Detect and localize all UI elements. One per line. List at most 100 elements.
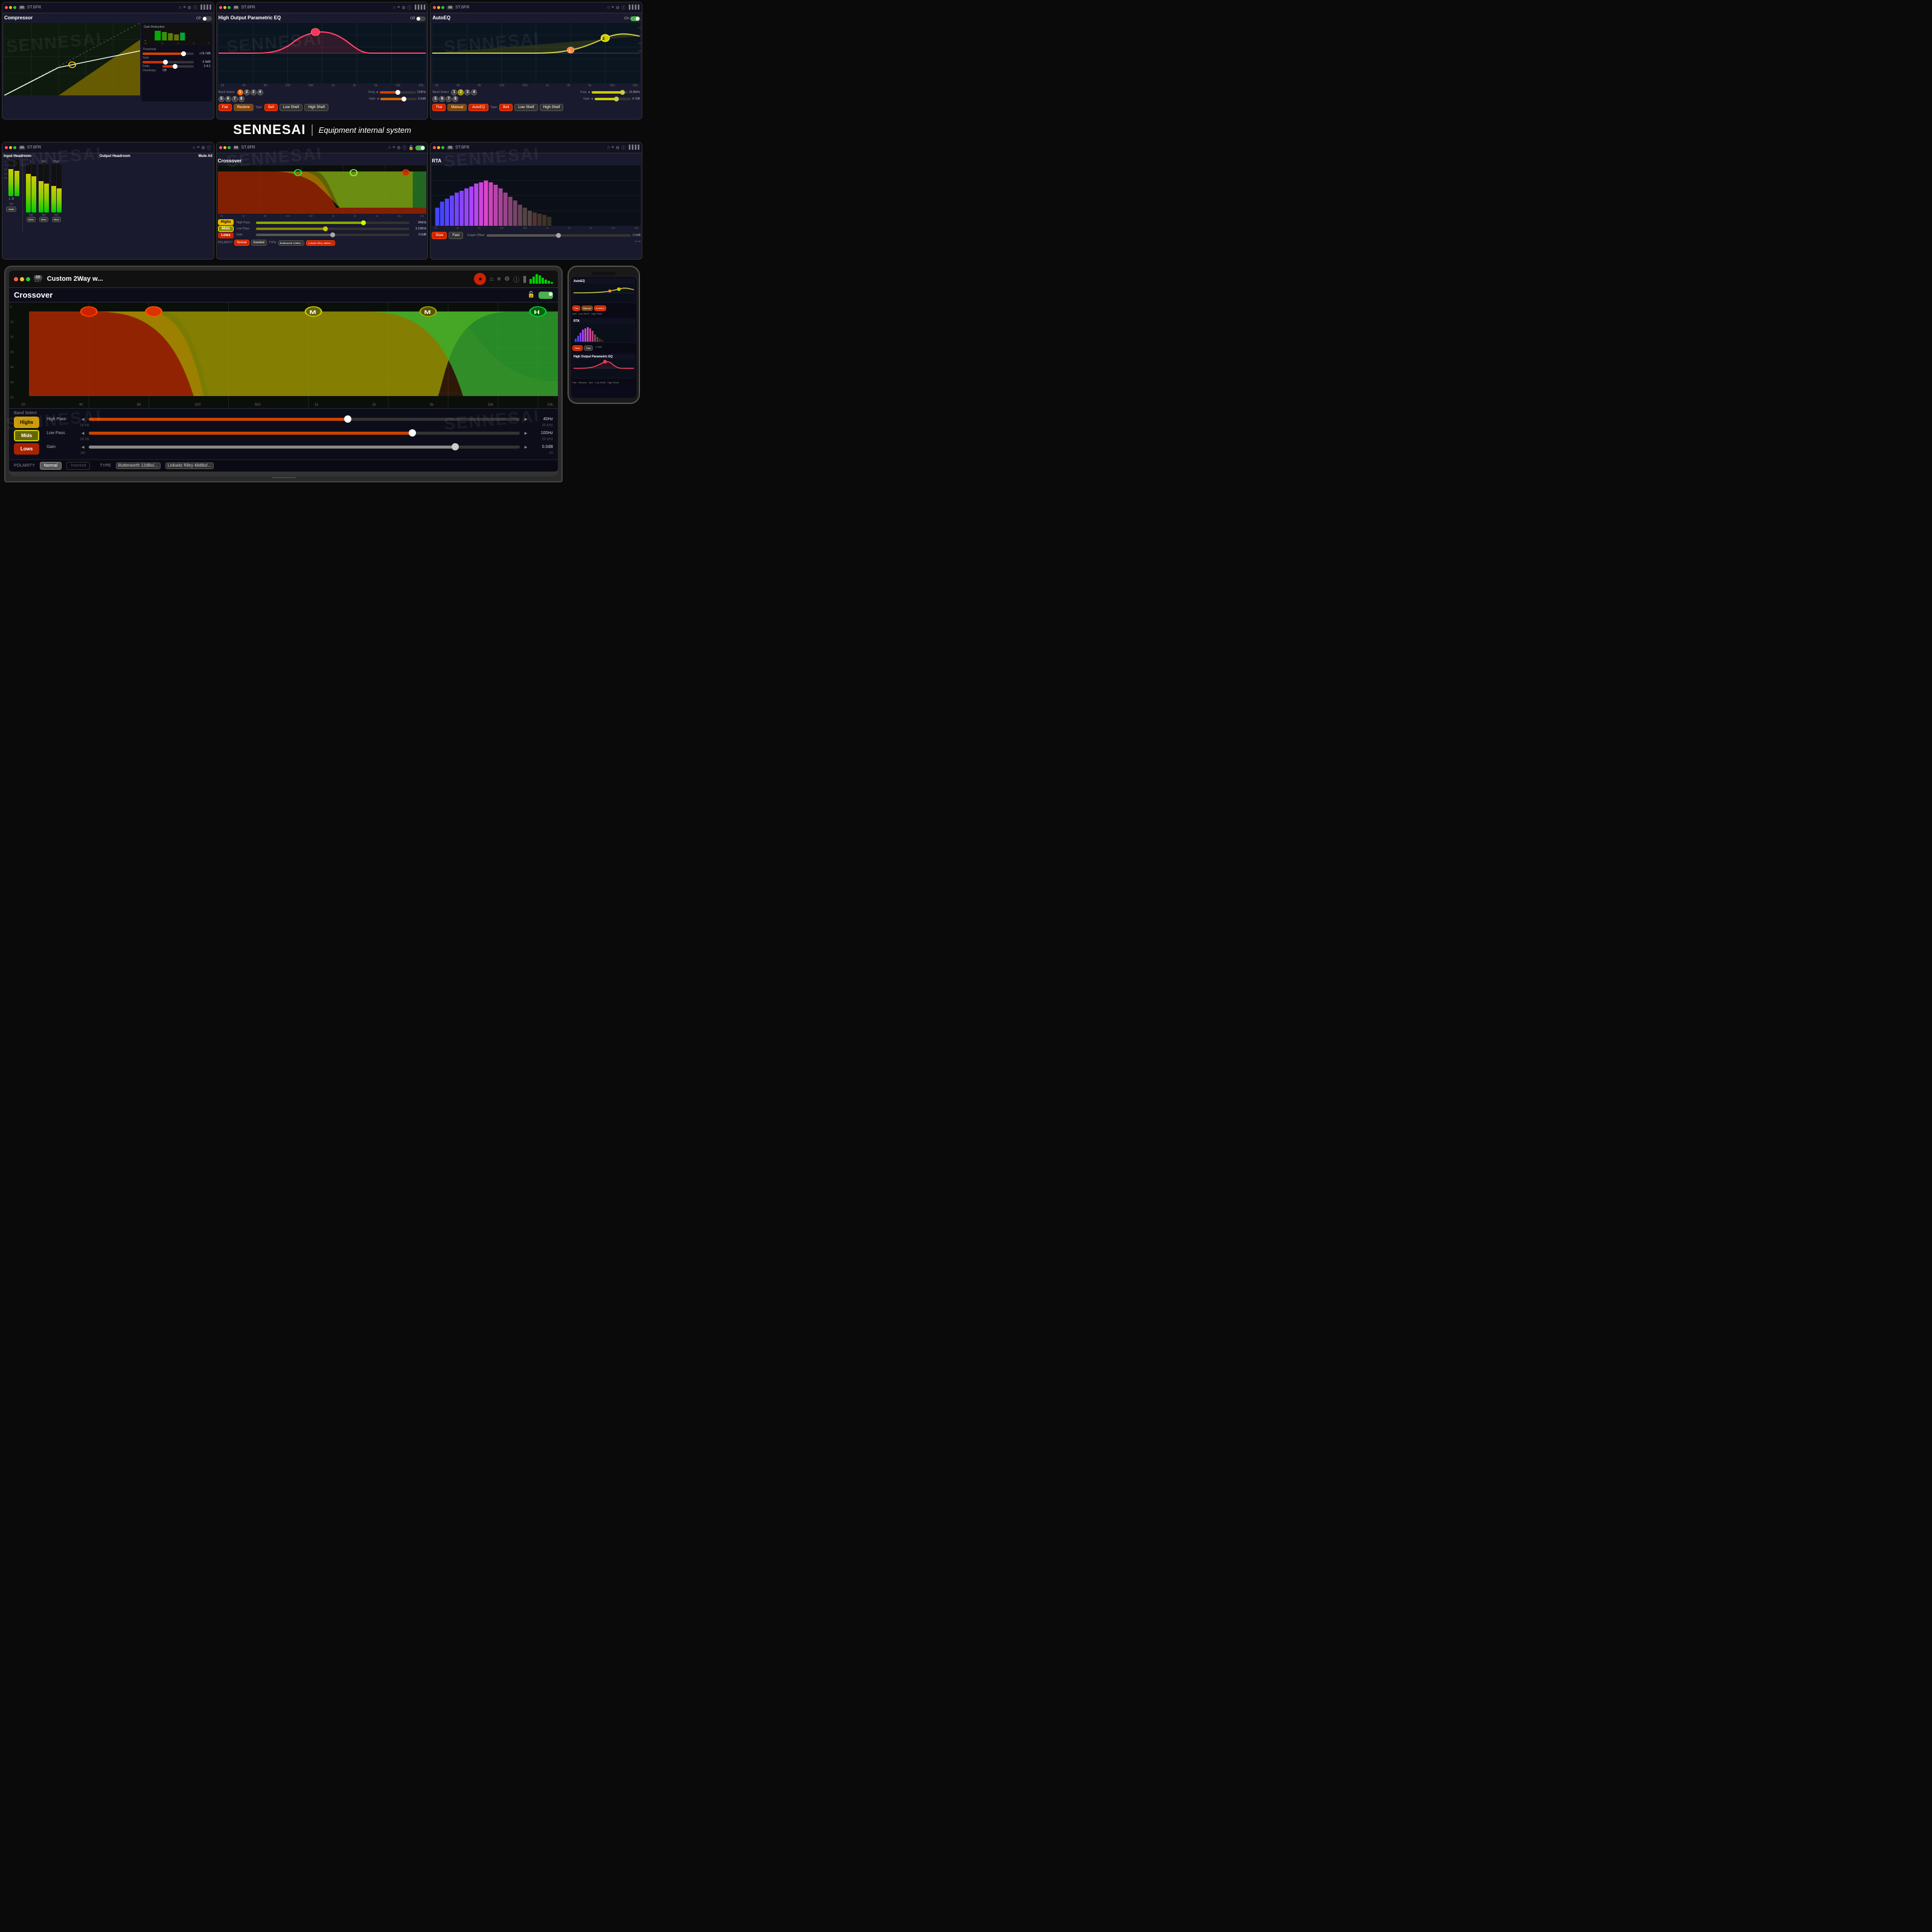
xover-toggle[interactable] — [415, 146, 425, 150]
band-2[interactable]: 2 — [244, 89, 250, 95]
headroom-settings-icon[interactable]: ⚙ — [201, 146, 205, 150]
headroom-info-icon[interactable]: ⓘ — [207, 145, 211, 151]
rta-list-icon[interactable]: ≡ — [612, 146, 614, 150]
laptop-lp-slider[interactable] — [89, 432, 520, 435]
autoeq-info-icon[interactable]: ⓘ — [621, 5, 625, 11]
minimize-dot[interactable] — [9, 6, 12, 9]
xover-gain-slider[interactable] — [256, 234, 409, 236]
eq-close-dot[interactable] — [219, 6, 222, 9]
autoeq-band-3[interactable]: 3 — [464, 89, 470, 95]
laptop-list-icon[interactable]: ≡ — [497, 276, 501, 283]
xover-minimize-dot[interactable] — [223, 146, 226, 149]
autoeq-maximize-dot[interactable] — [441, 6, 444, 9]
xover-close-dot[interactable] — [219, 146, 222, 149]
autoeq-band-8[interactable]: 8 — [452, 96, 458, 102]
xover-home-icon[interactable]: ⌂ — [388, 146, 391, 150]
high-mute-btn[interactable]: Mute — [52, 217, 61, 222]
autoeq-manual-btn[interactable]: Manual — [447, 104, 467, 111]
xover-lock-icon[interactable]: 🔓 — [409, 146, 414, 150]
xover-hp-slider[interactable] — [256, 222, 409, 224]
laptop-trackpad[interactable] — [272, 477, 296, 478]
autoeq-band-1[interactable]: 1 — [451, 89, 457, 95]
inverted-btn[interactable]: Inverted — [251, 240, 267, 246]
low-shelf-btn[interactable]: Low Shelf — [280, 104, 302, 111]
eq-toggle[interactable]: Off — [410, 16, 426, 21]
autoeq-list-icon[interactable]: ≡ — [612, 5, 614, 10]
laptop-maximize-dot[interactable] — [26, 277, 30, 281]
headroom-close-dot[interactable] — [5, 146, 8, 149]
info-icon[interactable]: ⓘ — [193, 5, 197, 11]
laptop-minimize-dot[interactable] — [20, 277, 24, 281]
autoeq-band-7[interactable]: 7 — [446, 96, 452, 102]
eq-maximize-dot[interactable] — [228, 6, 231, 9]
autoeq-band-5[interactable]: 5 — [432, 96, 438, 102]
headroom-maximize-dot[interactable] — [13, 146, 16, 149]
autoeq-flat-btn[interactable]: Flat — [432, 104, 446, 111]
linkwitz-select[interactable]: Linkwitz Riley 48dBo/... — [165, 462, 214, 469]
mute-l-btn[interactable]: Mute — [6, 206, 16, 212]
band-4[interactable]: 4 — [257, 89, 263, 95]
headroom-home-icon[interactable]: ⌂ — [193, 146, 195, 150]
autoeq-autoeq-btn[interactable]: AutoEQ — [469, 104, 488, 111]
lows-band-btn[interactable]: Lows — [218, 232, 234, 238]
freq-slider[interactable] — [380, 91, 416, 94]
laptop-inverted-btn[interactable]: Inverted — [66, 462, 90, 470]
laptop-settings-icon[interactable]: ⚙ — [504, 276, 510, 283]
eq-minimize-dot[interactable] — [223, 6, 226, 9]
autoeq-high-shelf-btn[interactable]: High Shelf — [540, 104, 564, 111]
autoeq-bell-btn[interactable]: Bell — [499, 104, 513, 111]
band-5[interactable]: 5 — [219, 96, 225, 102]
graph-offset-slider[interactable] — [487, 234, 631, 237]
rta-info-icon[interactable]: ⓘ — [621, 145, 625, 151]
fast-btn[interactable]: Fast — [449, 232, 463, 239]
list-icon[interactable]: ≡ — [183, 5, 185, 10]
lock-icon[interactable]: 🔓 — [528, 292, 535, 298]
autoeq-band-2[interactable]: 2 — [458, 89, 464, 95]
mids-band-btn[interactable]: Mids — [218, 226, 234, 232]
autoeq-home-icon[interactable]: ⌂ — [607, 5, 610, 10]
rta-close-dot[interactable] — [433, 146, 436, 149]
laptop-hp-slider[interactable] — [89, 418, 520, 421]
maximize-dot[interactable] — [13, 6, 16, 9]
lp-chevron-right[interactable]: ► — [523, 430, 528, 436]
autoeq-settings-icon[interactable]: ⚙ — [616, 5, 619, 10]
phone-autoeq-btn[interactable]: AutoEQ — [594, 305, 606, 311]
autoeq-band-4[interactable]: 4 — [471, 89, 477, 95]
high-shelf-btn[interactable]: High Shelf — [304, 104, 328, 111]
butterworth-select[interactable]: Butterworth 12dBo/... — [116, 462, 161, 469]
laptop-home-icon[interactable]: ⌂ — [490, 276, 493, 283]
band-1[interactable]: 1 — [237, 89, 243, 95]
restore-btn[interactable]: Restore — [234, 104, 254, 111]
close-dot[interactable] — [5, 6, 8, 9]
phone-flat-btn[interactable]: Flat — [572, 305, 580, 311]
compressor-toggle[interactable]: Off — [196, 16, 212, 21]
phone-slow-btn[interactable]: Slow — [572, 345, 583, 351]
laptop-normal-btn[interactable]: Normal — [40, 462, 62, 470]
xover-lp-slider[interactable] — [256, 228, 409, 230]
normal-btn[interactable]: Normal — [234, 240, 249, 246]
bell-btn[interactable]: Bell — [264, 104, 278, 111]
autoeq-minimize-dot[interactable] — [437, 6, 440, 9]
slow-btn[interactable]: Slow — [432, 232, 447, 239]
laptop-info-icon[interactable]: ⓘ — [513, 275, 519, 284]
autoeq-close-dot[interactable] — [433, 6, 436, 9]
ratio-slider[interactable] — [162, 65, 194, 68]
rta-settings-icon[interactable]: ⚙ — [616, 146, 619, 150]
gain-chevron-left[interactable]: ◄ — [80, 444, 85, 450]
eq-toggle-pill[interactable] — [416, 16, 426, 21]
eq-settings-icon[interactable]: ⚙ — [401, 5, 405, 10]
xover-list-icon[interactable]: ≡ — [392, 146, 395, 150]
band-3[interactable]: 3 — [251, 89, 257, 95]
laptop-lows-btn[interactable]: Lows — [14, 443, 39, 455]
xover-maximize-dot[interactable] — [228, 146, 231, 149]
laptop-gain-slider[interactable] — [89, 446, 520, 449]
low-mute-btn[interactable]: Mute — [27, 217, 36, 222]
eq-info-icon[interactable]: ⓘ — [408, 5, 412, 11]
laptop-highs-btn[interactable]: Highs — [14, 417, 39, 428]
band-6[interactable]: 6 — [225, 96, 231, 102]
rta-minimize-dot[interactable] — [437, 146, 440, 149]
home-icon[interactable]: ⌂ — [179, 5, 181, 10]
phone-manual-btn[interactable]: Manual — [581, 305, 593, 311]
laptop-xover-toggle[interactable] — [539, 292, 553, 299]
autoeq-gain-slider[interactable] — [595, 98, 631, 100]
